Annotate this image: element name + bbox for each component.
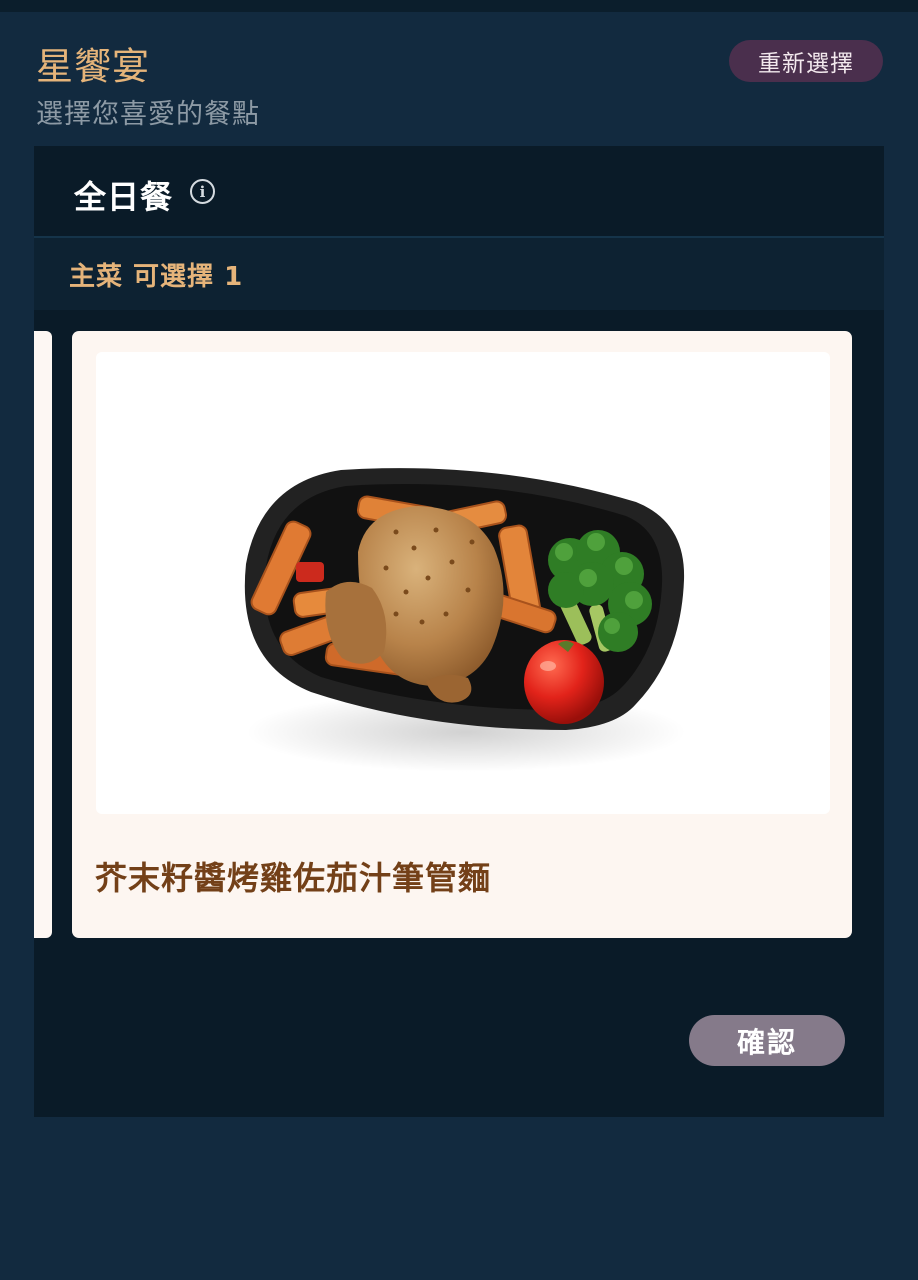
previous-meal-card[interactable] [34,331,52,938]
meal-panel: 全日餐 i 主菜 可選擇 1 芥末籽醬烤雞佐茄汁筆管麵 確認 [34,146,884,1117]
meal-name: 芥末籽醬烤雞佐茄汁筆管麵 [95,859,492,897]
section-header: 主菜 可選擇 1 [34,238,884,310]
panel-header: 全日餐 i [34,146,884,238]
page-subtitle: 選擇您喜愛的餐點 [36,99,260,130]
info-icon[interactable]: i [190,179,215,204]
meal-card[interactable]: 芥末籽醬烤雞佐茄汁筆管麵 [72,331,852,938]
confirm-button[interactable]: 確認 [689,1015,845,1066]
meal-photo [96,352,830,814]
meal-category-title: 全日餐 [74,178,174,216]
reset-selection-button[interactable]: 重新選擇 [729,40,883,82]
main-course-selection-label: 主菜 可選擇 1 [69,262,244,292]
brand-title: 星饗宴 [36,45,150,88]
top-status-strip [0,0,918,12]
